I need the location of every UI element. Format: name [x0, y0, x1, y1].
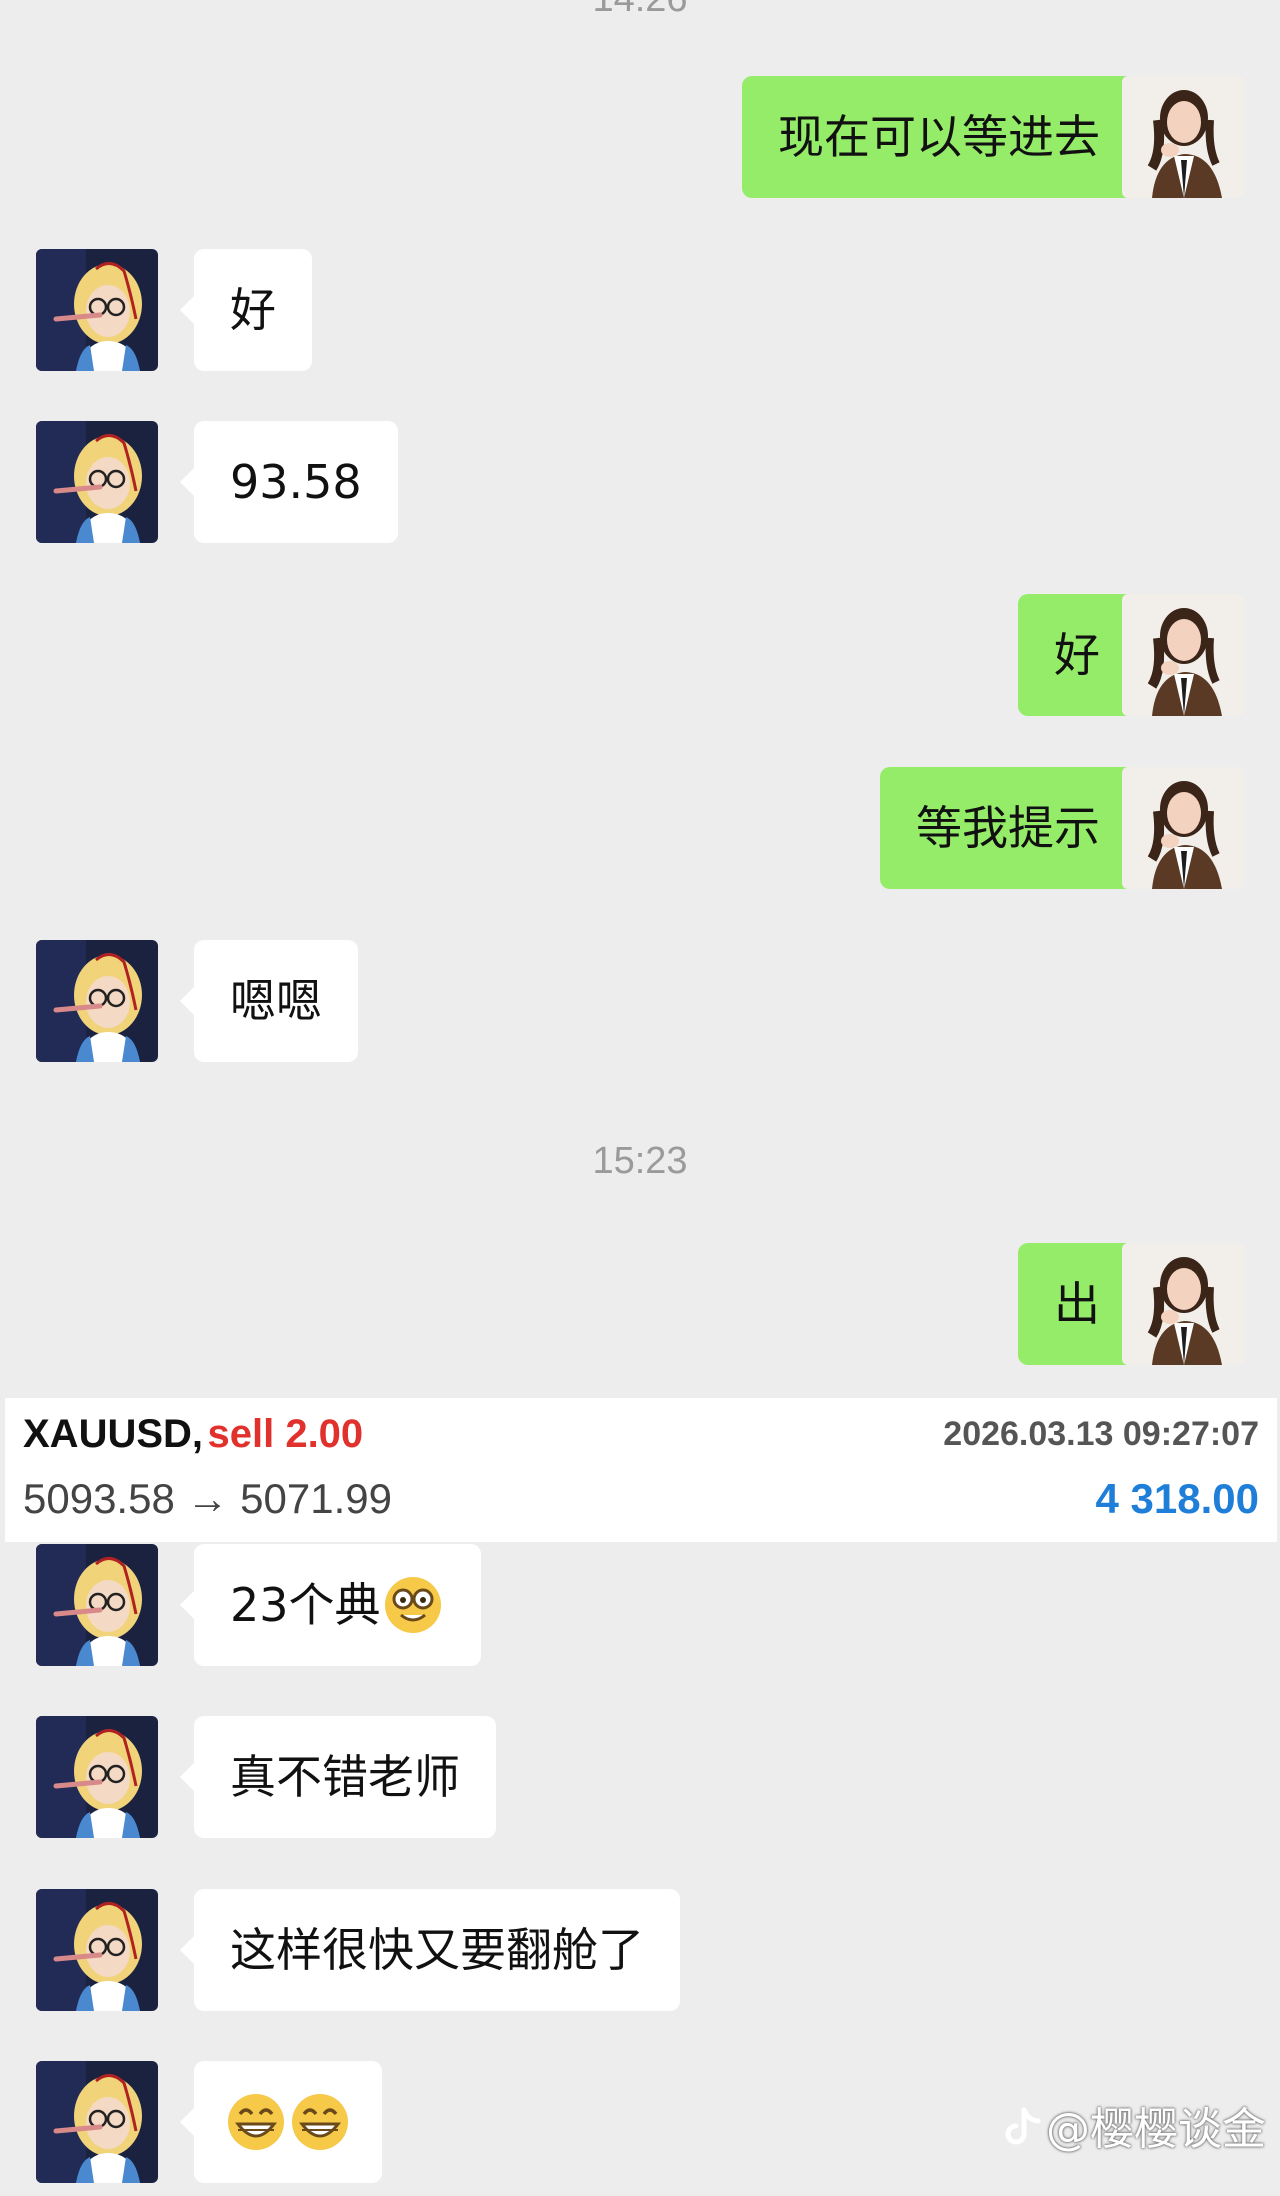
message-bubble-incoming[interactable]: 嗯嗯 — [180, 940, 358, 1062]
message-text: 23个典 — [230, 1578, 381, 1632]
message-bubble-outgoing[interactable]: 等我提示 — [880, 767, 1150, 889]
message-bubble-incoming[interactable]: 93.58 — [180, 421, 398, 543]
contact-avatar[interactable] — [36, 1544, 158, 1666]
contact-avatar[interactable] — [36, 1889, 158, 2011]
trade-side: sell 2.00 — [207, 1412, 364, 1456]
self-avatar[interactable] — [1122, 767, 1244, 889]
contact-avatar[interactable] — [36, 1716, 158, 1838]
timestamp-top: 14:26 — [0, 0, 1280, 21]
self-avatar[interactable] — [1122, 594, 1244, 716]
avatar-illustration — [1122, 767, 1244, 889]
avatar-illustration — [36, 2061, 158, 2183]
avatar-illustration — [1122, 76, 1244, 198]
message-bubble-incoming[interactable]: 真不错老师 — [180, 1716, 496, 1838]
avatar-illustration — [36, 940, 158, 1062]
message-bubble-outgoing[interactable]: 好 — [1018, 594, 1150, 716]
message-bubble-incoming[interactable] — [180, 2061, 382, 2183]
grin-emoji-icon — [292, 2093, 348, 2150]
message-bubble-outgoing[interactable]: 出 — [1018, 1243, 1150, 1365]
avatar-illustration — [36, 421, 158, 543]
message-bubble-incoming[interactable]: 23个典 — [180, 1544, 481, 1666]
contact-avatar[interactable] — [36, 421, 158, 543]
trade-symbol: XAUUSD, — [23, 1412, 204, 1456]
avatar-illustration — [36, 249, 158, 371]
message-bubble-incoming[interactable]: 好 — [180, 249, 312, 371]
timestamp: 15:23 — [592, 1140, 688, 1182]
grin-emoji-icon — [228, 2093, 284, 2150]
trade-time: 2026.03.13 09:27:07 — [943, 1415, 1259, 1453]
trade-record-card: XAUUSD, sell 2.00 2026.03.13 09:27:07 50… — [5, 1398, 1277, 1542]
avatar-illustration — [36, 1889, 158, 2011]
avatar-illustration — [36, 1716, 158, 1838]
trade-profit: 4 318.00 — [1095, 1475, 1260, 1522]
self-avatar[interactable] — [1122, 76, 1244, 198]
contact-avatar[interactable] — [36, 2061, 158, 2183]
message-bubble-incoming[interactable]: 这样很快又要翻舱了 — [180, 1889, 680, 2011]
avatar-illustration — [1122, 1243, 1244, 1365]
contact-avatar[interactable] — [36, 940, 158, 1062]
avatar-illustration — [36, 1544, 158, 1666]
message-bubble-outgoing[interactable]: 现在可以等进去 — [742, 76, 1150, 198]
contact-avatar[interactable] — [36, 249, 158, 371]
trade-prices: 5093.58 → 5071.99 — [23, 1475, 392, 1522]
douyin-logo-icon — [1005, 2107, 1041, 2145]
watermark: @樱樱谈金 — [998, 2100, 1266, 2160]
self-avatar[interactable] — [1122, 1243, 1244, 1365]
avatar-illustration — [1122, 594, 1244, 716]
nerd-emoji-icon — [384, 1576, 441, 1633]
watermark-text: @樱樱谈金 — [1046, 2104, 1266, 2155]
